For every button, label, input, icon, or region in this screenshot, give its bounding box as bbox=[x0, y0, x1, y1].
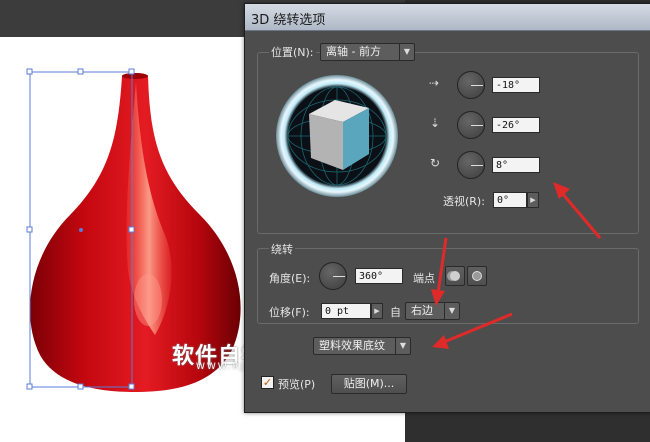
preview-label[interactable]: 预览(P) bbox=[278, 376, 315, 392]
drop-top bbox=[122, 73, 148, 79]
cap-off-button[interactable] bbox=[467, 266, 487, 286]
perspective-input[interactable]: 0° bbox=[493, 192, 527, 208]
chevron-down-icon: ▼ bbox=[399, 44, 414, 60]
from-label: 自 bbox=[390, 306, 401, 319]
y-angle-dial[interactable] bbox=[457, 111, 485, 139]
revolve-options-dialog: 3D 绕转选项 位置(N): 离轴 - 前方 ▼ ⇢ -18° ⇣ -26° ↻… bbox=[244, 3, 650, 413]
cap-on-icon bbox=[450, 271, 460, 281]
offset-slider-button[interactable]: ▶ bbox=[371, 303, 383, 319]
map-button[interactable]: 贴图(M)... bbox=[331, 374, 407, 394]
rotation-trackball[interactable] bbox=[275, 74, 399, 198]
revolve-angle-dial[interactable] bbox=[319, 262, 347, 290]
cap-on-button[interactable] bbox=[445, 266, 465, 286]
perspective-slider-button[interactable]: ▶ bbox=[527, 192, 539, 208]
x-angle-dial[interactable] bbox=[457, 71, 485, 99]
y-angle-input[interactable]: -26° bbox=[492, 117, 540, 133]
position-dropdown[interactable]: 离轴 - 前方 ▼ bbox=[320, 43, 415, 61]
from-dropdown[interactable]: 右边 ▼ bbox=[405, 302, 460, 320]
preview-checkbox[interactable]: ✓ bbox=[261, 376, 274, 389]
perspective-label: 透视(R): bbox=[443, 195, 485, 208]
y-axis-rotate-icon: ⇣ bbox=[430, 116, 441, 130]
angle-label: 角度(E): bbox=[269, 272, 311, 285]
dialog-titlebar[interactable]: 3D 绕转选项 bbox=[245, 4, 650, 31]
x-angle-input[interactable]: -18° bbox=[492, 77, 540, 93]
dialog-title: 3D 绕转选项 bbox=[251, 13, 326, 28]
surface-dropdown[interactable]: 塑料效果底纹 ▼ bbox=[313, 337, 411, 355]
position-label: 位置(N): bbox=[269, 44, 316, 60]
drop-glare bbox=[134, 274, 162, 326]
revolve-angle-input[interactable]: 360° bbox=[355, 268, 403, 284]
offset-input[interactable]: 0 pt bbox=[321, 303, 371, 319]
cap-off-icon bbox=[472, 271, 482, 281]
center-point bbox=[79, 228, 83, 232]
offset-label: 位移(F): bbox=[269, 306, 310, 319]
chevron-down-icon: ▼ bbox=[444, 303, 459, 319]
z-axis-rotate-icon: ↻ bbox=[430, 156, 441, 170]
surface-dropdown-value: 塑料效果底纹 bbox=[319, 339, 385, 352]
from-dropdown-value: 右边 bbox=[411, 304, 433, 317]
chevron-down-icon: ▼ bbox=[395, 338, 410, 354]
revolve-section-label: 绕转 bbox=[269, 241, 295, 257]
position-dropdown-value: 离轴 - 前方 bbox=[326, 45, 381, 58]
cap-label: 端点 bbox=[413, 272, 435, 285]
z-angle-input[interactable]: 8° bbox=[492, 157, 540, 173]
x-axis-rotate-icon: ⇢ bbox=[429, 76, 440, 90]
z-angle-dial[interactable] bbox=[457, 151, 485, 179]
